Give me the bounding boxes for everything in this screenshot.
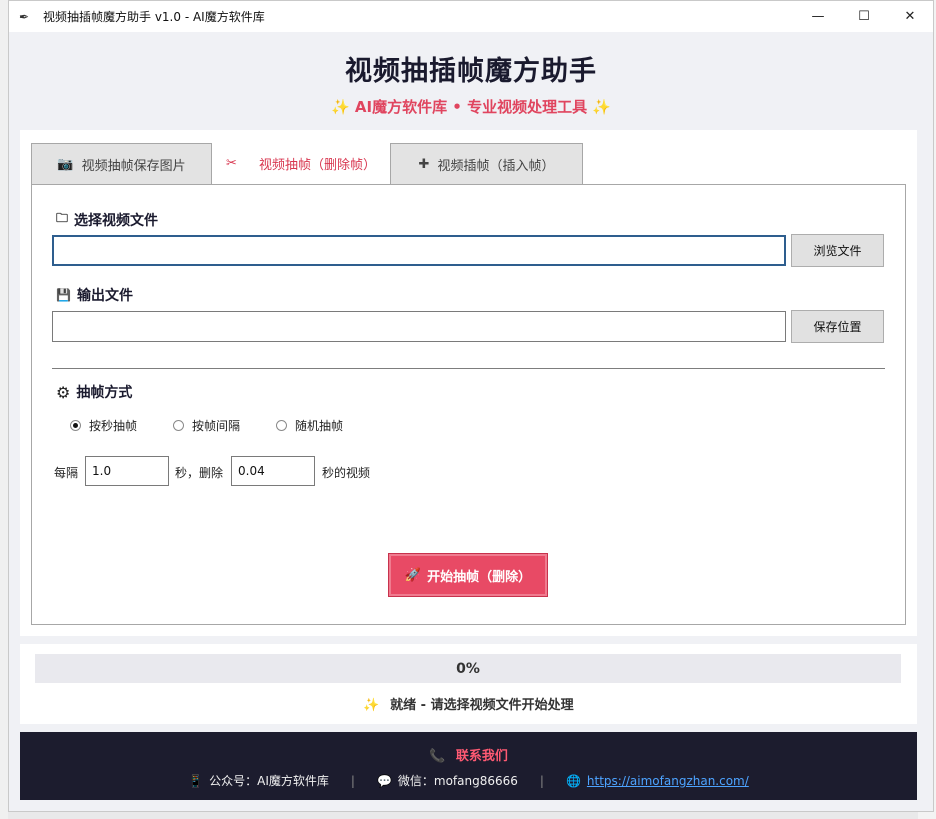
section-divider	[52, 368, 885, 369]
start-extract-button[interactable]: 🚀 开始抽帧（删除）	[388, 553, 548, 597]
rocket-icon: 🚀	[404, 567, 422, 583]
phone-icon: 📞	[429, 749, 446, 764]
input-section-label: 🗀 选择视频文件	[56, 209, 158, 230]
camera-icon: 📷	[57, 157, 74, 172]
radio-random[interactable]: 随机抽帧	[276, 417, 343, 434]
param-middle: 秒，删除	[175, 466, 224, 480]
website-url[interactable]: https://aimofangzhan.com/	[587, 774, 749, 788]
tab-label: 视频插帧（插入帧）	[437, 159, 555, 174]
tab-label: 视频抽帧（删除帧）	[258, 157, 376, 173]
website-link[interactable]: 🌐 https://aimofangzhan.com/	[566, 774, 749, 788]
param-suffix: 秒的视频	[322, 466, 371, 480]
output-section-label: 💾 输出文件	[56, 285, 133, 305]
wechat-contact: 💬 微信：mofang86666	[377, 772, 518, 789]
start-button-label: 开始抽帧（删除）	[427, 569, 532, 585]
tab-bar: 📷 视频抽帧保存图片 ✂ 视频抽帧（删除帧） ✚ 视频插帧（插入帧）	[31, 141, 583, 185]
folder-icon: 🗀	[56, 211, 69, 225]
param-prefix: 每隔	[54, 466, 79, 480]
app-window: ✒ 视频抽插帧魔方助手 v1.0 - AI魔方软件库 — ☐ ✕ 视频抽插帧魔方…	[8, 0, 934, 812]
minimize-button[interactable]: —	[795, 1, 841, 32]
mobile-icon: 📱	[188, 773, 204, 788]
close-button[interactable]: ✕	[887, 1, 933, 32]
radio-label: 随机抽帧	[295, 419, 344, 433]
progress-percent: 0%	[456, 660, 480, 677]
tab-label: 视频抽帧保存图片	[81, 159, 186, 174]
app-header: 视频抽插帧魔方助手 ✨ AI魔方软件库 • 专业视频处理工具 ✨	[9, 32, 933, 132]
status-text: 就绪 - 请选择视频文件开始处理	[390, 698, 574, 713]
window-title: 视频抽插帧魔方助手 v1.0 - AI魔方软件库	[43, 10, 265, 24]
background-app-left	[0, 0, 8, 819]
output-file-field[interactable]	[52, 311, 786, 342]
browse-file-button[interactable]: 浏览文件	[791, 234, 884, 267]
interval-input[interactable]	[85, 456, 169, 486]
tab-extract-images[interactable]: 📷 视频抽帧保存图片	[31, 143, 212, 185]
contact-row: 📱 公众号：AI魔方软件库 | 💬 微信：mofang86666 | 🌐 htt…	[20, 772, 917, 789]
tab-delete-frames[interactable]: ✂ 视频抽帧（删除帧）	[212, 141, 390, 185]
app-subtitle: ✨ AI魔方软件库 • 专业视频处理工具 ✨	[330, 98, 612, 116]
status-line: ✨ 就绪 - 请选择视频文件开始处理	[20, 694, 917, 713]
maximize-button[interactable]: ☐	[841, 1, 887, 32]
official-account-text: 公众号：AI魔方软件库	[209, 774, 329, 788]
radio-button[interactable]	[276, 420, 287, 431]
method-label-text: 抽帧方式	[76, 385, 133, 401]
separator: |	[539, 773, 544, 788]
wechat-text: 微信：mofang86666	[397, 774, 518, 788]
app-title: 视频抽插帧魔方助手	[345, 56, 597, 87]
globe-icon: 🌐	[565, 773, 581, 788]
progress-panel: 0% ✨ 就绪 - 请选择视频文件开始处理	[20, 644, 917, 724]
progress-bar: 0%	[35, 654, 901, 683]
radio-button[interactable]	[173, 420, 184, 431]
save-location-button[interactable]: 保存位置	[791, 310, 884, 343]
separator: |	[350, 773, 355, 788]
method-section-label: ⚙ 抽帧方式	[56, 382, 132, 402]
official-account: 📱 公众号：AI魔方软件库	[188, 772, 329, 789]
output-label-text: 输出文件	[76, 288, 133, 304]
feather-icon: ✒	[19, 9, 30, 24]
plus-icon: ✚	[418, 157, 430, 172]
tab-content: 🗀 选择视频文件 浏览文件 💾 输出文件 保存位置 ⚙ 抽帧方式 按秒抽帧 按帧…	[31, 184, 906, 625]
scissors-icon: ✂	[226, 155, 237, 171]
contact-title-text: 联系我们	[455, 749, 508, 764]
gear-icon: ⚙	[56, 382, 71, 402]
radio-label: 按秒抽帧	[89, 419, 138, 433]
window-controls: — ☐ ✕	[795, 1, 933, 32]
tab-insert-frames[interactable]: ✚ 视频插帧（插入帧）	[390, 143, 583, 185]
contact-title: 📞 联系我们	[20, 745, 917, 764]
input-label-text: 选择视频文件	[74, 212, 159, 229]
save-icon: 💾	[56, 288, 71, 302]
radio-button[interactable]	[70, 420, 81, 431]
main-panel: 📷 视频抽帧保存图片 ✂ 视频抽帧（删除帧） ✚ 视频插帧（插入帧） 🗀 选择视…	[20, 130, 917, 636]
radio-by-seconds[interactable]: 按秒抽帧	[70, 417, 137, 434]
input-file-field[interactable]	[52, 235, 786, 266]
chat-icon: 💬	[376, 773, 392, 788]
radio-label: 按帧间隔	[192, 419, 241, 433]
title-bar: ✒ 视频抽插帧魔方助手 v1.0 - AI魔方软件库 — ☐ ✕	[9, 1, 933, 32]
delete-duration-input[interactable]	[231, 456, 315, 486]
footer: 📞 联系我们 📱 公众号：AI魔方软件库 | 💬 微信：mofang86666 …	[20, 732, 917, 800]
radio-by-frame-interval[interactable]: 按帧间隔	[173, 417, 240, 434]
sparkle-icon: ✨	[363, 698, 380, 713]
